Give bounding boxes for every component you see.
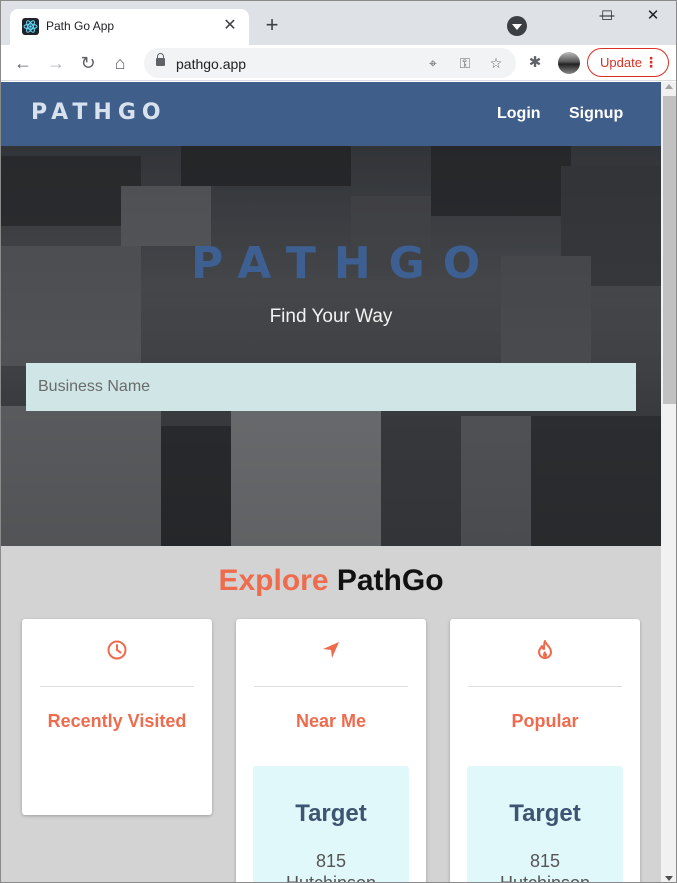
- new-tab-icon[interactable]: +: [260, 13, 284, 37]
- tab-close-icon[interactable]: ✕: [219, 15, 241, 37]
- card-divider: [254, 686, 408, 687]
- card-near-me[interactable]: Near Me Target 815 Hutchinson: [236, 619, 426, 883]
- scroll-up-arrow-icon[interactable]: [665, 84, 673, 89]
- result-name: Target: [509, 800, 581, 827]
- url-text: pathgo.app: [176, 56, 247, 72]
- card-popular[interactable]: Popular Target 815 Hutchinson: [450, 619, 640, 883]
- address-bar[interactable]: pathgo.app ⌖ ⚿ ☆: [144, 48, 516, 78]
- result-card[interactable]: Target 815 Hutchinson: [253, 766, 409, 883]
- card-title: Popular: [511, 711, 579, 731]
- page-viewport: PATHGO Login Signup PATHGO Find Your Way: [1, 82, 661, 883]
- update-button[interactable]: Update ⋮: [587, 48, 669, 77]
- explore-heading-accent: Explore: [218, 564, 329, 597]
- explore-heading-brand: PathGo: [336, 564, 444, 597]
- location-pin-icon[interactable]: ⌖: [422, 52, 444, 74]
- react-favicon-icon: [22, 18, 39, 35]
- result-address: 815 Hutchinson: [253, 850, 409, 883]
- reload-icon[interactable]: ↻: [76, 51, 100, 75]
- card-divider: [40, 686, 194, 687]
- card-title: Near Me: [295, 711, 367, 731]
- close-window-icon[interactable]: ✕: [630, 1, 676, 33]
- result-name: Target: [295, 800, 367, 827]
- home-icon[interactable]: ⌂: [108, 51, 132, 75]
- result-address: 815 Hutchinson: [467, 850, 623, 883]
- result-card[interactable]: Target 815 Hutchinson: [467, 766, 623, 883]
- card-title: Recently Visited: [47, 711, 187, 731]
- result-address-line1: 815: [529, 851, 561, 871]
- restore-icon[interactable]: ☐: [584, 1, 630, 33]
- result-address-line1: 815: [315, 851, 347, 871]
- site-logo[interactable]: PATHGO: [31, 100, 167, 125]
- forward-arrow-icon[interactable]: →: [44, 51, 68, 75]
- site-navbar: PATHGO Login Signup: [1, 82, 661, 146]
- browser-tab[interactable]: Path Go App ✕: [10, 9, 249, 45]
- fire-icon: [450, 639, 640, 666]
- scroll-thumb[interactable]: [663, 96, 676, 404]
- explore-heading: Explore PathGo: [1, 564, 661, 598]
- clock-icon: [22, 639, 212, 666]
- hero-logo: PATHGO: [191, 238, 499, 289]
- hero-section: PATHGO Find Your Way: [1, 146, 661, 546]
- result-address-line2: Hutchinson: [285, 873, 377, 883]
- menu-dots-icon[interactable]: ⋮: [644, 53, 658, 71]
- bookmark-star-icon[interactable]: ☆: [485, 52, 507, 74]
- update-label: Update: [600, 55, 642, 70]
- lock-icon: [156, 53, 165, 66]
- browser-window: Path Go App ✕ + — ☐ ✕ ← → ↻ ⌂ pathgo.app…: [0, 0, 677, 883]
- tab-title: Path Go App: [46, 19, 115, 33]
- profile-avatar[interactable]: [558, 52, 580, 74]
- tab-search-icon[interactable]: [507, 16, 527, 36]
- tab-strip: Path Go App ✕ + — ☐ ✕: [1, 1, 676, 45]
- signup-link[interactable]: Signup: [569, 105, 623, 123]
- key-icon[interactable]: ⚿: [454, 52, 476, 74]
- scroll-down-arrow-icon[interactable]: [665, 876, 673, 881]
- card-recently-visited[interactable]: Recently Visited: [22, 619, 212, 815]
- extensions-puzzle-icon[interactable]: ✱: [525, 53, 545, 73]
- location-arrow-icon: [236, 639, 426, 666]
- hero-overlay: [1, 146, 661, 546]
- card-divider: [468, 686, 622, 687]
- hero-tagline: Find Your Way: [269, 306, 393, 327]
- login-link[interactable]: Login: [497, 105, 541, 123]
- result-address-line2: Hutchinson: [499, 873, 591, 883]
- browser-toolbar: ← → ↻ ⌂ pathgo.app ⌖ ⚿ ☆ ✱ Update ⋮: [1, 45, 676, 81]
- page-scrollbar[interactable]: [661, 82, 676, 882]
- business-search-input[interactable]: [26, 363, 636, 411]
- back-arrow-icon[interactable]: ←: [11, 51, 35, 75]
